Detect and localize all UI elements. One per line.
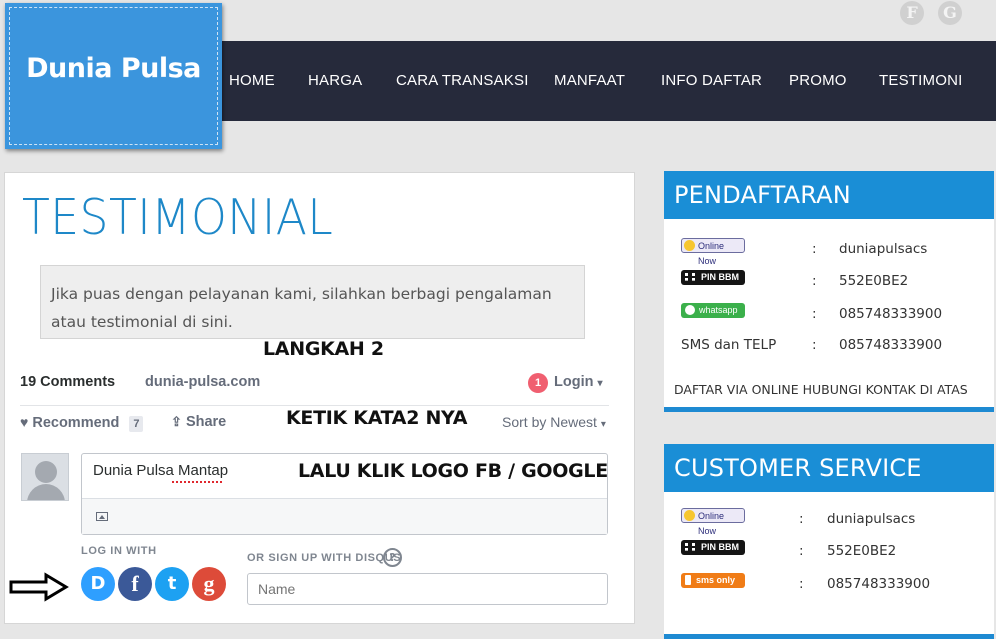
chevron-down-icon: ▾ (597, 378, 603, 389)
row-separator: : (812, 306, 817, 322)
whatsapp-badge: whatsapp (681, 303, 745, 318)
sms-only-badge: sms only (681, 573, 745, 588)
tab-site[interactable]: dunia-pulsa.com (145, 374, 260, 390)
bbm-pin-value: 552E0BE2 (839, 273, 909, 289)
share-button[interactable]: ⇪ Share (171, 414, 226, 430)
online-now-badge: Online Now (681, 238, 745, 266)
twitter-login-icon[interactable]: t (155, 567, 189, 601)
bbm-badge: PIN BBM (681, 540, 745, 555)
nav-manfaat[interactable]: MANFAAT (554, 41, 625, 121)
page-title: TESTIMONIAL (22, 189, 334, 246)
login-with-label: LOG IN WITH (81, 545, 157, 557)
row-separator: : (799, 511, 804, 527)
login-label: Login (554, 374, 594, 390)
notification-badge[interactable]: 1 (528, 373, 548, 393)
nav-testimoni[interactable]: TESTIMONI (879, 41, 962, 121)
name-input[interactable] (247, 573, 608, 605)
annotation-step: LANGKAH 2 (263, 338, 384, 360)
registration-footer: DAFTAR VIA ONLINE HUBUNGI KONTAK DI ATAS (674, 382, 968, 397)
share-icon: ⇪ (171, 414, 182, 429)
image-icon[interactable] (96, 512, 108, 521)
online-now-badge: Online Now (681, 508, 745, 536)
login-button[interactable]: Login ▾ (554, 374, 603, 390)
logo-text: Dunia Pulsa (26, 53, 201, 84)
sort-label: Sort by Newest (502, 414, 597, 430)
nav-cara-transaksi[interactable]: CARA TRANSAKSI (396, 41, 529, 121)
bbm-badge: PIN BBM (681, 270, 745, 285)
help-icon[interactable]: ? (383, 548, 402, 567)
customer-service-widget: CUSTOMER SERVICE Online Now : duniapulsa… (664, 444, 994, 639)
tab-comments[interactable]: 19 Comments (20, 374, 115, 390)
row-separator: : (799, 543, 804, 559)
chevron-down-icon: ▾ (600, 419, 606, 430)
comment-text: Dunia Pulsa Mantap (93, 462, 229, 479)
google-top-icon[interactable]: G (938, 1, 962, 25)
sms-telp-value: 085748333900 (839, 337, 943, 353)
bbm-pin-value: 552E0BE2 (827, 543, 897, 559)
facebook-login-icon[interactable]: f (118, 567, 152, 601)
whatsapp-value: 085748333900 (839, 306, 943, 322)
nav-info-daftar[interactable]: INFO DAFTAR (661, 41, 762, 121)
spellcheck-underline (172, 479, 222, 483)
intro-box: Jika puas dengan pelayanan kami, silahka… (40, 265, 585, 339)
row-separator: : (812, 241, 817, 257)
registration-title: PENDAFTARAN (664, 171, 994, 219)
composer-toolbar (82, 498, 607, 534)
main-content: TESTIMONIAL Jika puas dengan pelayanan k… (4, 172, 635, 624)
registration-widget: PENDAFTARAN Online Now : duniapulsacs PI… (664, 171, 994, 412)
heart-icon: ♥ (20, 414, 29, 430)
facebook-top-icon[interactable]: F (900, 1, 924, 25)
tab-divider (20, 405, 609, 406)
annotation-type-words: KETIK KATA2 NYA (286, 407, 468, 429)
customer-service-title: CUSTOMER SERVICE (664, 444, 994, 492)
nav-home[interactable]: HOME (229, 41, 275, 121)
recommend-count: 7 (129, 416, 144, 432)
arrow-right-icon (9, 572, 69, 602)
disqus-login-icon[interactable]: D (81, 567, 115, 601)
main-nav: HOME HARGA CARA TRANSAKSI MANFAAT INFO D… (200, 41, 996, 121)
sms-telp-label: SMS dan TELP (681, 337, 777, 353)
signup-with-disqus-label: OR SIGN UP WITH DISQUS (247, 552, 402, 564)
online-id-value: duniapulsacs (827, 511, 916, 527)
site-logo[interactable]: Dunia Pulsa (5, 3, 222, 149)
share-label: Share (185, 414, 227, 430)
user-avatar-icon (21, 453, 69, 501)
row-separator: : (812, 337, 817, 353)
recommend-label: Recommend (32, 415, 120, 431)
sms-only-value: 085748333900 (827, 576, 931, 592)
row-separator: : (799, 576, 804, 592)
sort-dropdown[interactable]: Sort by Newest ▾ (502, 414, 606, 430)
google-login-icon[interactable]: g (192, 567, 226, 601)
row-separator: : (812, 273, 817, 289)
annotation-click-logo: LALU KLIK LOGO FB / GOOGLE (298, 460, 608, 482)
online-id-value: duniapulsacs (839, 241, 928, 257)
nav-harga[interactable]: HARGA (308, 41, 362, 121)
recommend-button[interactable]: ♥ Recommend 7 (20, 414, 144, 432)
nav-promo[interactable]: PROMO (789, 41, 847, 121)
